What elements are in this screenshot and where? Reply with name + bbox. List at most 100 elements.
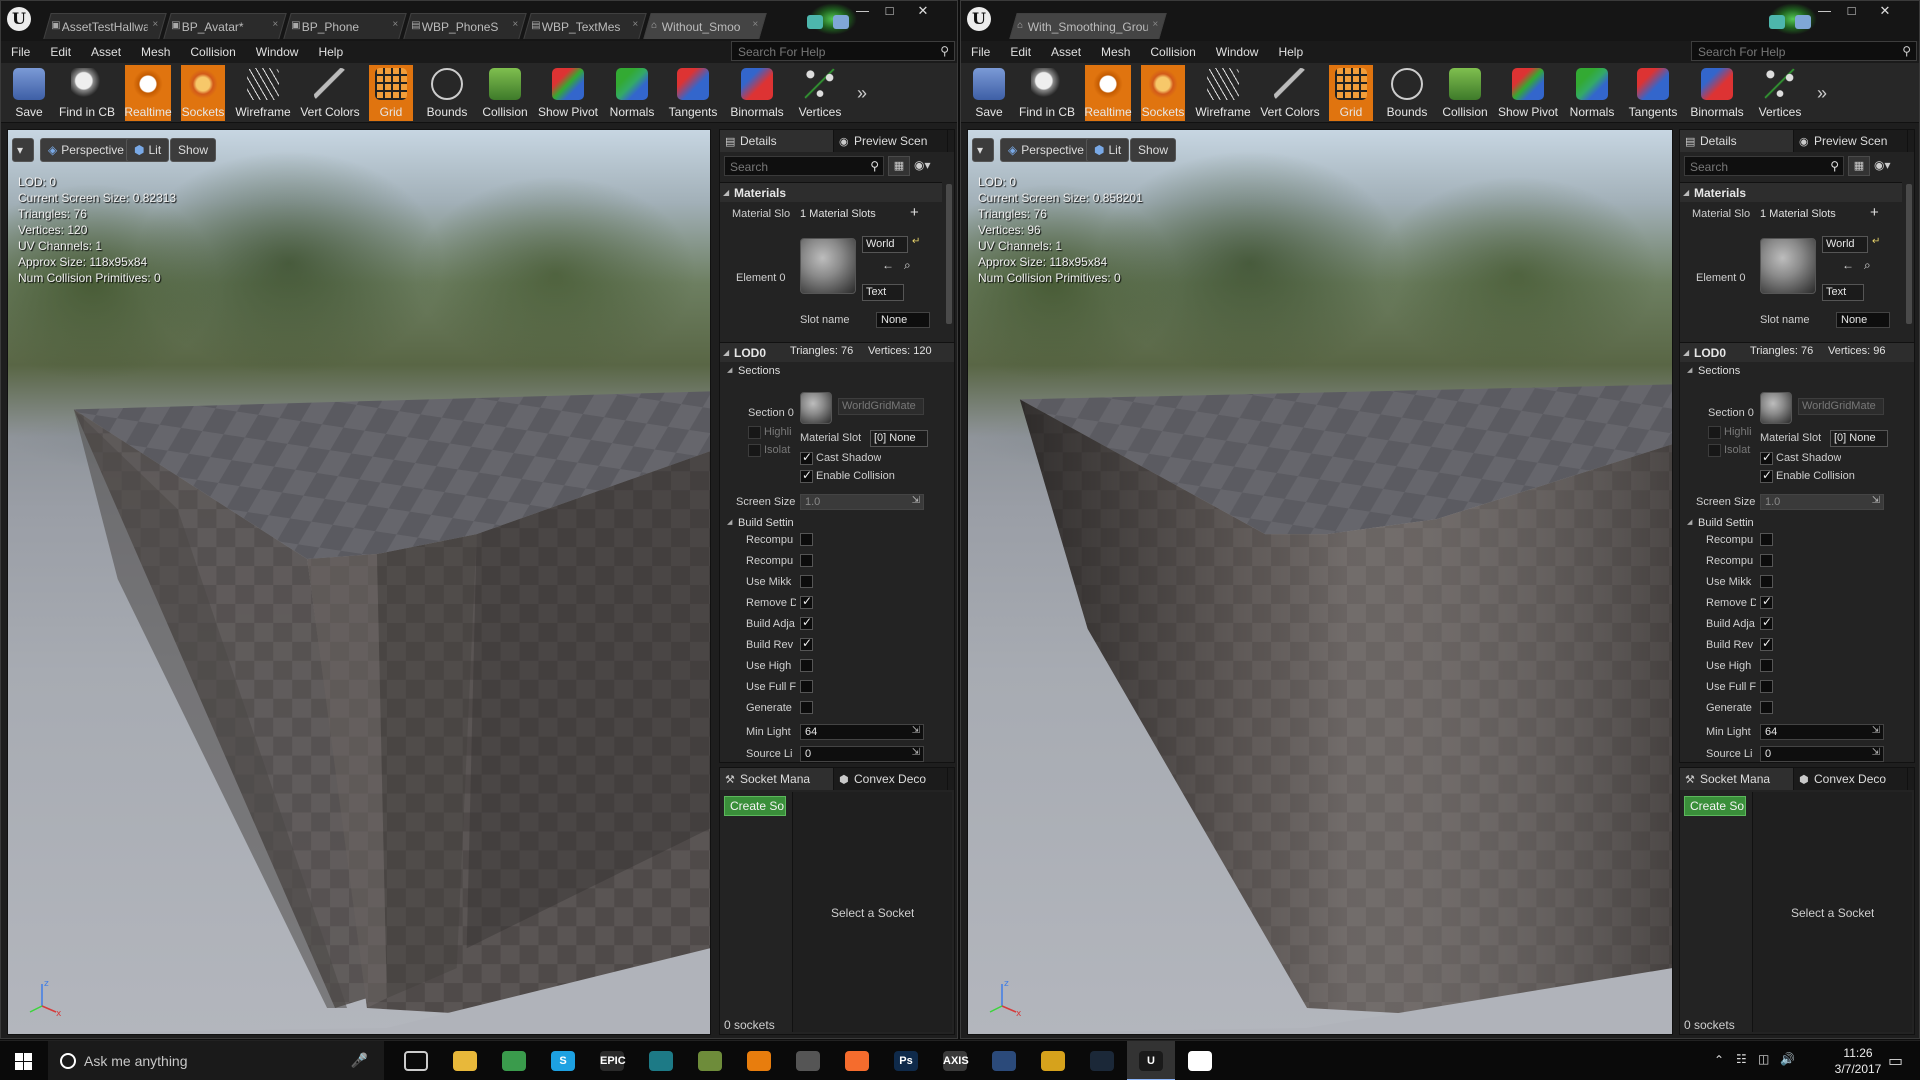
toolbar-overflow-icon[interactable]: » (857, 83, 867, 104)
details-search-input[interactable]: Search ⚲ (724, 156, 884, 176)
build-setting-checkbox[interactable] (800, 533, 813, 546)
source-lightmap-field[interactable]: 0 ⇲ (1760, 746, 1884, 762)
menu-asset[interactable]: Asset (1041, 45, 1091, 59)
viewport-options-button[interactable]: ▾ (12, 138, 34, 162)
document-tab[interactable]: ▤ WBP_PhoneS × (403, 13, 527, 39)
slot-name-field[interactable]: None (876, 312, 930, 328)
tab-details[interactable]: ▤ Details (720, 130, 834, 152)
toolbar-bounds-button[interactable]: Bounds (1383, 65, 1431, 121)
menu-help[interactable]: Help (1268, 45, 1313, 59)
toolbar-realtime-button[interactable]: Realtime (124, 65, 172, 121)
materials-section-header[interactable]: Materials (720, 182, 942, 203)
min-lightmap-field[interactable]: 64 ⇲ (1760, 724, 1884, 740)
perspective-button[interactable]: ◈ Perspective (1000, 138, 1092, 162)
section-material-thumbnail[interactable] (800, 392, 832, 424)
view-options-eye-icon[interactable]: ◉▾ (914, 158, 931, 172)
toolbar-vert-colors-button[interactable]: Vert Colors (300, 65, 360, 121)
start-button[interactable] (0, 1041, 48, 1080)
monitor-icon[interactable]: ◫ (1758, 1052, 1769, 1066)
build-settings-subheader[interactable]: Build Settin (1680, 514, 1902, 532)
build-setting-checkbox[interactable] (1760, 615, 1773, 630)
tab-close-icon[interactable]: × (513, 19, 519, 30)
sections-subheader[interactable]: Sections (1680, 362, 1902, 380)
chevron-up-icon[interactable]: ⌃ (1714, 1053, 1724, 1067)
materials-section-header[interactable]: Materials (1680, 182, 1902, 203)
viewport-options-button[interactable]: ▾ (972, 138, 994, 162)
toolbar-show-pivot-button[interactable]: Show Pivot (1498, 65, 1558, 121)
taskbar-app-button[interactable] (392, 1041, 440, 1080)
build-setting-checkbox[interactable] (800, 554, 813, 567)
section-material-dropdown[interactable]: WorldGridMate (1798, 398, 1884, 415)
build-setting-checkbox[interactable] (800, 701, 813, 714)
toolbar-wireframe-button[interactable]: Wireframe (235, 65, 291, 121)
shield-icon[interactable] (1795, 15, 1811, 29)
toolbar-wireframe-button[interactable]: Wireframe (1195, 65, 1251, 121)
world-dropdown[interactable]: World (862, 236, 908, 253)
toolbar-save-button[interactable]: Save (969, 65, 1009, 121)
document-tab[interactable]: ⌂ With_Smoothing_Groups* × (1009, 13, 1167, 39)
lit-button[interactable]: ⬢ Lit (1086, 138, 1130, 162)
toolbar-tangents-button[interactable]: Tangents (1627, 65, 1679, 121)
toolbar-find-in-cb-button[interactable]: Find in CB (59, 65, 115, 121)
show-button[interactable]: Show (170, 138, 217, 162)
toolbar-tangents-button[interactable]: Tangents (667, 65, 719, 121)
use-selected-arrow-icon[interactable]: ↵ (1872, 236, 1880, 247)
tab-convex-decomposition[interactable]: ⬢ Convex Deco (1794, 768, 1908, 790)
cortana-search-box[interactable]: Ask me anything 🎤 (48, 1041, 384, 1080)
toolbar-find-in-cb-button[interactable]: Find in CB (1019, 65, 1075, 121)
toolbar-overflow-icon[interactable]: » (1817, 83, 1827, 104)
sections-subheader[interactable]: Sections (720, 362, 942, 380)
slot-name-field[interactable]: None (1836, 312, 1890, 328)
close-button[interactable]: ✕ (903, 1, 943, 21)
back-arrow-icon[interactable]: ← (882, 258, 894, 272)
highlight-checkbox[interactable] (1708, 426, 1721, 439)
tab-close-icon[interactable]: × (633, 19, 639, 30)
details-scrollbar[interactable] (1906, 184, 1912, 324)
tab-socket-manager[interactable]: ⚒ Socket Mana (1680, 768, 1794, 790)
menu-help[interactable]: Help (308, 45, 353, 59)
material-thumbnail[interactable] (1760, 238, 1816, 294)
build-setting-checkbox[interactable] (1760, 659, 1773, 672)
tab-close-icon[interactable]: × (393, 19, 399, 30)
toolbar-binormals-button[interactable]: Binormals (729, 65, 785, 121)
document-tab[interactable]: ⌂ Without_Smoo × (643, 13, 767, 39)
build-settings-subheader[interactable]: Build Settin (720, 514, 942, 532)
taskbar-app-button[interactable]: EPIC (588, 1041, 636, 1080)
menu-edit[interactable]: Edit (1000, 45, 1041, 59)
build-setting-checkbox[interactable] (1760, 680, 1773, 693)
toolbar-collision-button[interactable]: Collision (481, 65, 529, 121)
build-setting-checkbox[interactable] (1760, 636, 1773, 651)
toolbar-vertices-button[interactable]: Vertices (795, 65, 845, 121)
toolbar-vert-colors-button[interactable]: Vert Colors (1260, 65, 1320, 121)
tab-close-icon[interactable]: × (273, 19, 279, 30)
menu-asset[interactable]: Asset (81, 45, 131, 59)
help-search-input[interactable]: Search For Help ⚲ (731, 41, 955, 61)
add-material-slot-icon[interactable]: + (910, 204, 919, 221)
build-setting-checkbox[interactable] (800, 636, 813, 651)
build-setting-checkbox[interactable] (800, 659, 813, 672)
perspective-button[interactable]: ◈ Perspective (40, 138, 132, 162)
cast-shadow-checkbox[interactable] (800, 450, 813, 465)
build-setting-checkbox[interactable] (1760, 575, 1773, 588)
toolbar-sockets-button[interactable]: Sockets (1141, 65, 1185, 121)
tab-preview-scene[interactable]: ◉ Preview Scen (1794, 130, 1908, 152)
toolbar-save-button[interactable]: Save (9, 65, 49, 121)
document-tab[interactable]: ▣ BP_Avatar* × (163, 13, 287, 39)
taskbar-app-button[interactable] (441, 1041, 489, 1080)
unreal-logo-icon[interactable]: U (7, 7, 31, 31)
build-setting-checkbox[interactable] (1760, 701, 1773, 714)
world-dropdown[interactable]: World (1822, 236, 1868, 253)
build-setting-checkbox[interactable] (1760, 533, 1773, 546)
document-tab[interactable]: ▣ BP_Phone × (283, 13, 407, 39)
minimize-button[interactable]: — (1811, 1, 1838, 21)
menu-collision[interactable]: Collision (1140, 45, 1205, 59)
section-material-thumbnail[interactable] (1760, 392, 1792, 424)
menu-file[interactable]: File (961, 45, 1000, 59)
menu-window[interactable]: Window (246, 45, 309, 59)
build-setting-checkbox[interactable] (1760, 594, 1773, 609)
browse-icon[interactable]: ⌕ (1864, 258, 1871, 273)
screen-size-field[interactable]: 1.0 ⇲ (1760, 494, 1884, 510)
chat-bubble-icon[interactable] (807, 15, 823, 29)
document-tab[interactable]: ▤ WBP_TextMes × (523, 13, 647, 39)
taskbar-app-button[interactable]: S (539, 1041, 587, 1080)
